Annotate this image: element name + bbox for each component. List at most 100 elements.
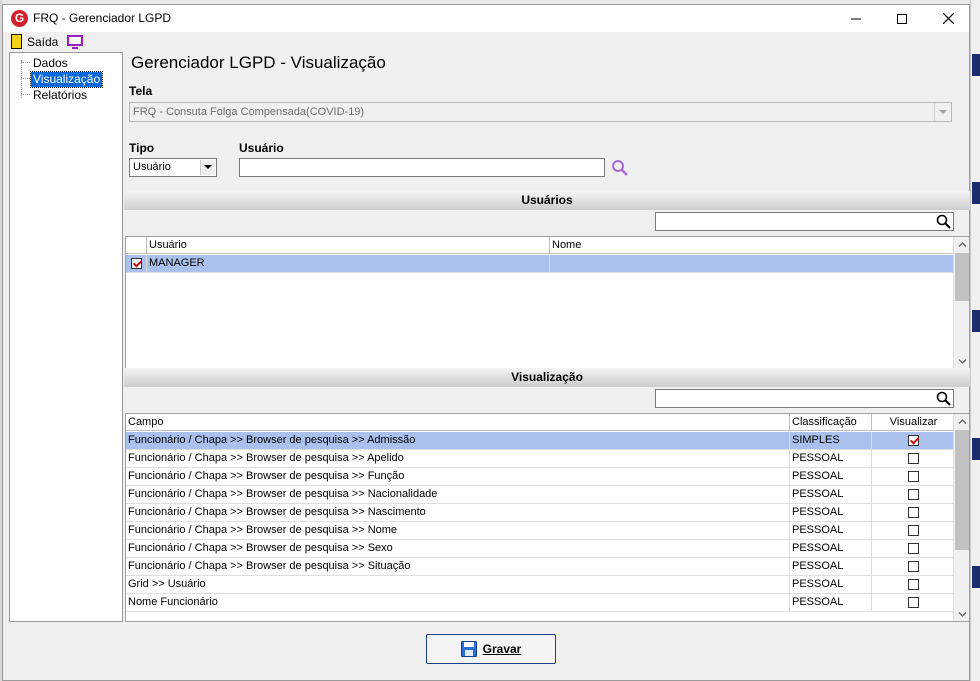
cell-campo: Nome Funcionário [126,594,790,611]
scroll-thumb[interactable] [955,430,969,550]
visualizacao-grid-header: Campo Classificação Visualizar [126,414,955,431]
column-header-nome[interactable]: Nome [550,237,955,254]
cell-visualizar[interactable] [872,432,955,449]
cell-classificacao: PESSOAL [790,468,872,485]
close-button[interactable] [925,5,971,32]
chevron-up-icon [958,241,966,247]
cell-classificacao: PESSOAL [790,486,872,503]
save-button[interactable]: Gravar [426,634,556,664]
tipo-value: Usuário [133,161,171,173]
scroll-down-button[interactable] [954,607,969,621]
cell-usuario: MANAGER [147,255,550,272]
visualizacao-scrollbar[interactable] [953,414,969,621]
column-header-classificacao[interactable]: Classificação [790,414,872,431]
visualizar-checkbox[interactable] [908,525,919,536]
row-checkbox-cell[interactable] [126,255,147,272]
usuarios-filter-input[interactable] [655,212,954,231]
visualizar-checkbox[interactable] [908,579,919,590]
tree-item-relatorios[interactable]: Relatórios [31,88,89,103]
navigation-tree: Dados Visualização Relatórios [9,52,123,622]
search-icon[interactable] [936,214,951,229]
maximize-button[interactable] [879,5,925,32]
table-row[interactable]: Funcionário / Chapa >> Browser de pesqui… [126,540,955,558]
maximize-icon [897,13,907,24]
tela-label: Tela [129,84,153,98]
visualizacao-filter-input[interactable] [655,389,954,408]
lgpd-manager-window: G FRQ - Gerenciador LGPD Saída Dados Vis… [2,4,970,681]
scroll-thumb[interactable] [955,253,969,301]
table-row[interactable]: Funcionário / Chapa >> Browser de pesqui… [126,558,955,576]
tipo-select[interactable]: Usuário [129,158,217,177]
cell-campo: Funcionário / Chapa >> Browser de pesqui… [126,486,790,503]
visualizar-checkbox[interactable] [908,543,919,554]
table-row[interactable]: Funcionário / Chapa >> Browser de pesqui… [126,468,955,486]
chevron-down-icon [958,611,966,617]
cell-classificacao: SIMPLES [790,432,872,449]
tree-connector [21,78,30,79]
monitor-icon[interactable] [67,35,83,49]
tree-item-dados[interactable]: Dados [31,56,70,71]
table-row[interactable]: Nome Funcionário PESSOAL [126,594,955,612]
exit-door-icon[interactable] [11,34,22,49]
scroll-up-button[interactable] [954,414,969,428]
chevron-up-icon [958,418,966,424]
scroll-down-button[interactable] [954,354,969,368]
cell-campo: Funcionário / Chapa >> Browser de pesqui… [126,468,790,485]
visualizar-checkbox[interactable] [908,489,919,500]
close-icon [942,13,954,24]
visualizar-checkbox[interactable] [908,561,919,572]
cell-classificacao: PESSOAL [790,504,872,521]
usuario-label: Usuário [239,141,284,155]
visualizar-checkbox[interactable] [908,597,919,608]
table-row[interactable]: Funcionário / Chapa >> Browser de pesqui… [126,522,955,540]
cell-visualizar[interactable] [872,558,955,575]
scroll-up-button[interactable] [954,237,969,251]
cell-visualizar[interactable] [872,594,955,611]
cell-visualizar[interactable] [872,522,955,539]
usuarios-grid-header: Usuário Nome [126,237,955,254]
cell-campo: Funcionário / Chapa >> Browser de pesqui… [126,558,790,575]
main-panel: Gerenciador LGPD - Visualização Tela FRQ… [124,52,970,622]
cell-visualizar[interactable] [872,540,955,557]
table-row[interactable]: Grid >> Usuário PESSOAL [126,576,955,594]
cell-campo: Funcionário / Chapa >> Browser de pesqui… [126,450,790,467]
tree-connector [21,94,30,95]
cell-campo: Funcionário / Chapa >> Browser de pesqui… [126,522,790,539]
visualizar-checkbox[interactable] [908,435,919,446]
column-header-select [126,237,147,254]
column-header-campo[interactable]: Campo [126,414,790,431]
cell-classificacao: PESSOAL [790,594,872,611]
tree-item-visualizacao[interactable]: Visualização [29,71,104,88]
visualizar-checkbox[interactable] [908,471,919,482]
cell-visualizar[interactable] [872,504,955,521]
table-row[interactable]: Funcionário / Chapa >> Browser de pesqui… [126,432,955,450]
column-header-visualizar[interactable]: Visualizar [872,414,955,431]
usuario-input[interactable] [239,158,605,177]
table-row[interactable]: Funcionário / Chapa >> Browser de pesqui… [126,486,955,504]
cell-visualizar[interactable] [872,576,955,593]
tela-dropdown-button[interactable] [934,103,951,121]
tipo-label: Tipo [129,141,155,155]
minimize-button[interactable] [833,5,879,32]
table-row[interactable]: MANAGER [126,255,955,273]
cell-classificacao: PESSOAL [790,576,872,593]
table-row[interactable]: Funcionário / Chapa >> Browser de pesqui… [126,504,955,522]
exit-button[interactable]: Saída [27,35,58,49]
cell-classificacao: PESSOAL [790,558,872,575]
cell-visualizar[interactable] [872,468,955,485]
search-icon[interactable] [611,159,629,177]
toolbar: Saída [3,32,969,53]
tela-select[interactable]: FRQ - Consuta Folga Compensada(COVID-19) [129,102,952,122]
visualizar-checkbox[interactable] [908,507,919,518]
visualizar-checkbox[interactable] [908,453,919,464]
search-icon[interactable] [936,391,951,406]
floppy-disk-icon [460,641,477,657]
table-row[interactable]: Funcionário / Chapa >> Browser de pesqui… [126,450,955,468]
tipo-dropdown-button[interactable] [200,160,215,175]
column-header-usuario[interactable]: Usuário [147,237,550,254]
cell-visualizar[interactable] [872,450,955,467]
checkbox[interactable] [130,258,142,269]
cell-visualizar[interactable] [872,486,955,503]
usuarios-scrollbar[interactable] [953,237,969,368]
cell-campo: Grid >> Usuário [126,576,790,593]
